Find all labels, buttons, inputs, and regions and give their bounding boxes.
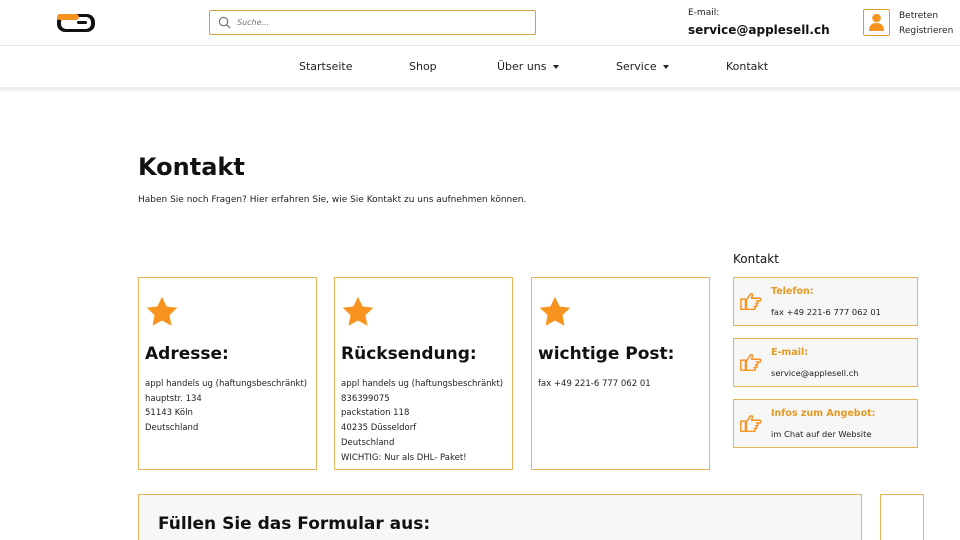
search-box[interactable] bbox=[209, 10, 536, 35]
logo-icon[interactable] bbox=[55, 12, 97, 34]
card-line: Deutschland bbox=[145, 423, 199, 434]
pointing-hand-icon bbox=[740, 415, 762, 433]
nav-item-ueber-uns[interactable]: Über uns bbox=[497, 60, 559, 73]
form-title: Füllen Sie das Formular aus: bbox=[158, 514, 431, 534]
search-input[interactable] bbox=[237, 18, 517, 27]
card-line: appl handels ug (haftungsbeschränkt) bbox=[341, 379, 504, 389]
account-links: Betreten Registrieren bbox=[899, 9, 953, 39]
card-line: hauptstr. 134 bbox=[145, 393, 202, 404]
header-email: E-mail: service@applesell.ch bbox=[688, 8, 830, 37]
nav-item-shop[interactable]: Shop bbox=[409, 60, 437, 73]
star-icon bbox=[146, 296, 178, 326]
card-title: Adresse: bbox=[145, 344, 229, 364]
sidebar-email-box: E-mail: service@applesell.ch bbox=[733, 338, 918, 387]
card-body: appl handels ug (haftungsbeschränkt) hau… bbox=[145, 377, 307, 436]
email-label: E-mail: bbox=[688, 8, 720, 18]
address-card: Adresse: appl handels ug (haftungsbeschr… bbox=[138, 277, 317, 470]
star-icon bbox=[539, 296, 571, 326]
user-icon[interactable] bbox=[863, 9, 890, 36]
card-line: 51143 Köln bbox=[145, 408, 193, 419]
card-body: appl handels ug (haftungsbeschränkt) 836… bbox=[341, 377, 503, 465]
box-value: fax +49 221-6 777 062 01 bbox=[771, 307, 881, 317]
card-line: 836399075 bbox=[341, 393, 390, 404]
nav-label: Startseite bbox=[299, 60, 353, 73]
form-side-panel bbox=[880, 494, 924, 540]
nav-label: Über uns bbox=[497, 60, 547, 73]
box-value: im Chat auf der Website bbox=[771, 429, 872, 439]
contact-form-panel: Füllen Sie das Formular aus: bbox=[138, 494, 862, 540]
pointing-hand-icon bbox=[740, 354, 762, 372]
card-body: fax +49 221-6 777 062 01 bbox=[538, 377, 651, 392]
nav-item-kontakt[interactable]: Kontakt bbox=[726, 60, 768, 73]
card-title: Rücksendung: bbox=[341, 344, 477, 364]
star-icon bbox=[342, 296, 374, 326]
page-title: Kontakt bbox=[138, 153, 245, 181]
nav-label: Service bbox=[616, 60, 657, 73]
email-link[interactable]: service@applesell.ch bbox=[688, 23, 830, 37]
box-title: Infos zum Angebot: bbox=[771, 408, 876, 419]
nav-item-startseite[interactable]: Startseite bbox=[299, 60, 353, 73]
box-title: Telefon: bbox=[771, 286, 814, 297]
nav-item-service[interactable]: Service bbox=[616, 60, 669, 73]
card-line: WICHTIG: Nur als DHL- Paket! bbox=[341, 452, 467, 463]
box-value-email-link[interactable]: service@applesell.ch bbox=[771, 368, 859, 378]
main-nav: Startseite Shop Über uns Service Kontakt bbox=[0, 46, 960, 88]
nav-label: Kontakt bbox=[726, 60, 769, 73]
card-line: 40235 Düsseldorf bbox=[341, 423, 417, 434]
return-card: Rücksendung: appl handels ug (haftungsbe… bbox=[334, 277, 513, 470]
nav-label: Shop bbox=[409, 60, 437, 73]
box-title: E-mail: bbox=[771, 347, 809, 358]
card-line: appl handels ug (haftungsbeschränkt) bbox=[145, 379, 308, 389]
card-line: Deutschland bbox=[341, 437, 395, 448]
sidebar-info-box: Infos zum Angebot: im Chat auf der Websi… bbox=[733, 399, 918, 448]
register-link[interactable]: Registrieren bbox=[899, 24, 953, 39]
search-icon[interactable] bbox=[218, 16, 231, 29]
card-line: packstation 118 bbox=[341, 408, 410, 419]
pointing-hand-icon bbox=[740, 293, 762, 311]
sidebar-title: Kontakt bbox=[733, 252, 779, 266]
card-title: wichtige Post: bbox=[538, 344, 675, 364]
sidebar-phone-box: Telefon: fax +49 221-6 777 062 01 bbox=[733, 277, 918, 326]
site-header: E-mail: service@applesell.ch Betreten Re… bbox=[0, 0, 960, 46]
intro-text: Haben Sie noch Fragen? Hier erfahren Sie… bbox=[138, 195, 527, 205]
chevron-down-icon bbox=[662, 65, 669, 69]
login-link[interactable]: Betreten bbox=[899, 9, 953, 24]
chevron-down-icon bbox=[552, 65, 559, 69]
important-mail-card: wichtige Post: fax +49 221-6 777 062 01 bbox=[531, 277, 710, 470]
card-line: fax +49 221-6 777 062 01 bbox=[538, 379, 651, 389]
